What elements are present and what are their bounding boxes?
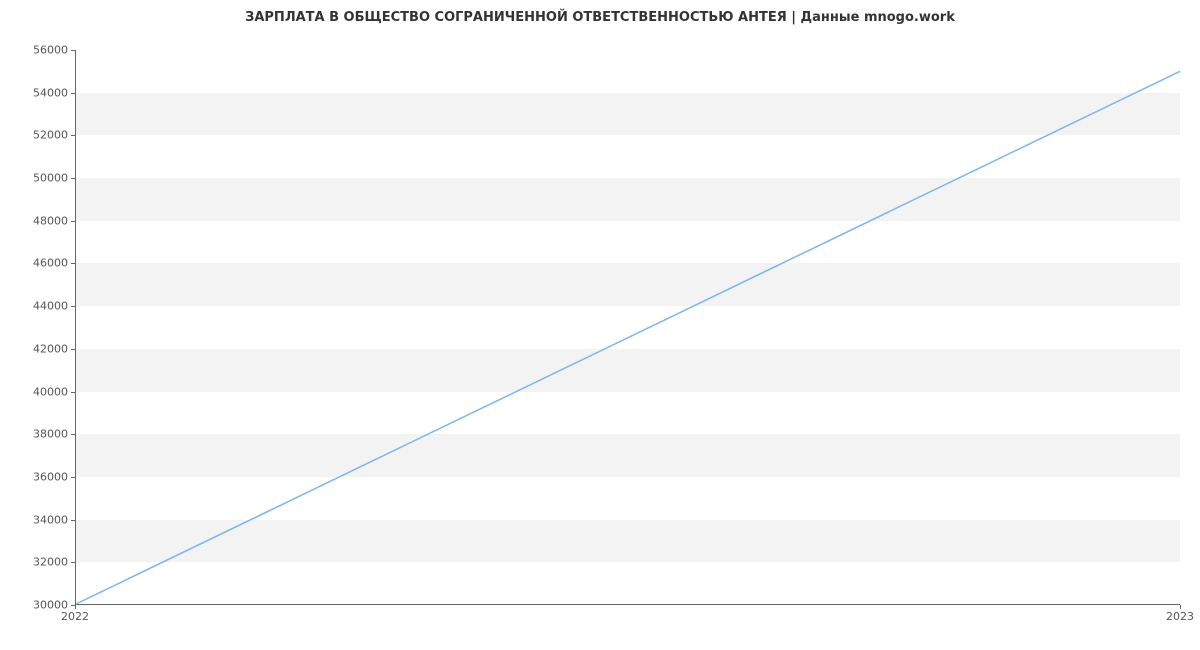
series-line: [76, 71, 1180, 604]
y-tick-mark: [71, 562, 75, 563]
y-tick-label: 36000: [8, 470, 68, 483]
y-tick-label: 44000: [8, 300, 68, 313]
y-tick-label: 40000: [8, 385, 68, 398]
y-tick-label: 52000: [8, 129, 68, 142]
y-tick-label: 32000: [8, 556, 68, 569]
x-tick-label: 2022: [61, 610, 89, 623]
y-tick-mark: [71, 434, 75, 435]
y-tick-label: 34000: [8, 513, 68, 526]
y-tick-mark: [71, 50, 75, 51]
y-tick-label: 46000: [8, 257, 68, 270]
y-tick-mark: [71, 306, 75, 307]
y-tick-label: 50000: [8, 172, 68, 185]
y-tick-label: 30000: [8, 599, 68, 612]
chart-container: ЗАРПЛАТА В ОБЩЕСТВО СОГРАНИЧЕННОЙ ОТВЕТС…: [0, 0, 1200, 650]
x-tick-mark: [1180, 605, 1181, 609]
y-tick-mark: [71, 263, 75, 264]
y-tick-mark: [71, 349, 75, 350]
plot-area: [75, 50, 1180, 605]
x-tick-mark: [75, 605, 76, 609]
y-tick-mark: [71, 135, 75, 136]
y-tick-mark: [71, 221, 75, 222]
x-tick-label: 2023: [1166, 610, 1194, 623]
y-tick-label: 38000: [8, 428, 68, 441]
y-tick-mark: [71, 520, 75, 521]
chart-title: ЗАРПЛАТА В ОБЩЕСТВО СОГРАНИЧЕННОЙ ОТВЕТС…: [0, 10, 1200, 25]
y-tick-label: 42000: [8, 342, 68, 355]
y-tick-label: 48000: [8, 214, 68, 227]
line-layer: [76, 50, 1180, 604]
y-tick-mark: [71, 178, 75, 179]
y-tick-mark: [71, 477, 75, 478]
y-tick-label: 56000: [8, 44, 68, 57]
y-tick-mark: [71, 392, 75, 393]
y-tick-mark: [71, 93, 75, 94]
y-tick-label: 54000: [8, 86, 68, 99]
